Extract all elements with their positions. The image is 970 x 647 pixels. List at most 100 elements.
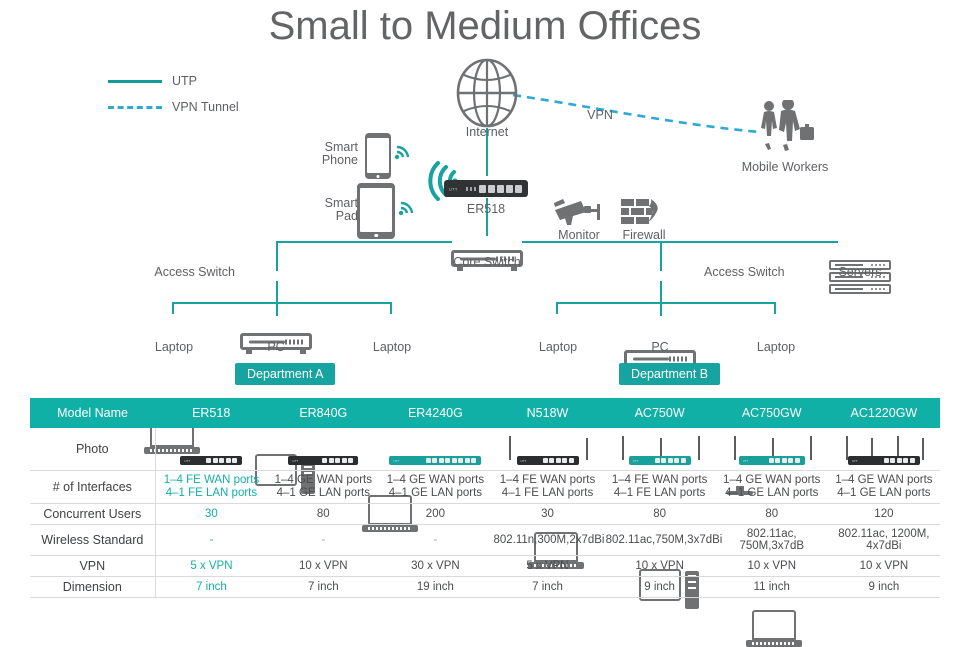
table-header-er840g: ER840G xyxy=(267,398,380,428)
table-cell: 10 x VPN xyxy=(715,555,828,577)
pad-wifi-icon xyxy=(398,199,416,224)
table-row: Dimension 7 inch 7 inch 19 inch 7 inch 9 inch… xyxy=(30,576,940,598)
table-cell: 10 x VPN xyxy=(827,555,940,577)
link-bus-to-access-switch-a xyxy=(276,241,278,271)
drop-a-laptop1 xyxy=(172,302,174,314)
product-photo: UTT xyxy=(491,429,603,469)
table-cell: 802.11ac, 750M,3x7dB xyxy=(715,524,828,556)
table-cell: 80 xyxy=(267,503,380,525)
interface-wan: 1–4 GE WAN ports xyxy=(723,474,821,486)
table-row-label: VPN xyxy=(30,555,156,577)
laptop-b2-label: Laptop xyxy=(756,340,796,354)
vpn-label: VPN xyxy=(587,108,613,122)
access-switch-a-label: Access Switch xyxy=(154,265,235,279)
legend-item-vpn-tunnel: VPN Tunnel xyxy=(108,98,239,116)
table-cell: UTT xyxy=(827,428,940,471)
table-cell: 1–4 GE WAN ports 4–1 GE LAN ports xyxy=(267,470,380,504)
product-photo: UTT xyxy=(267,429,379,469)
smart-phone-icon xyxy=(365,133,391,179)
antenna-icon xyxy=(509,436,512,460)
er518-router-icon: UTT xyxy=(444,180,528,197)
device-body: UTT xyxy=(516,456,579,465)
laptop-a1-label: Laptop xyxy=(154,340,194,354)
table-header-er518: ER518 xyxy=(155,398,268,428)
table-cell: 7 inch xyxy=(491,576,604,598)
table-cell: 80 xyxy=(603,503,716,525)
interface-lan: 4–1 GE LAN ports xyxy=(388,487,483,499)
table-row-label: Concurrent Users xyxy=(30,503,156,525)
bus-dept-a xyxy=(172,302,390,304)
link-access-a-down xyxy=(276,281,278,303)
pc-b-label: PC xyxy=(651,340,669,354)
table-cell: 30 xyxy=(155,503,268,525)
antenna-icon xyxy=(733,436,736,460)
table-cell: 1–4 GE WAN ports 4–1 GE LAN ports xyxy=(715,470,828,504)
table-cell: 1–4 GE WAN ports 4–1 GE LAN ports xyxy=(827,470,940,504)
interface-wan: 1–4 GE WAN ports xyxy=(386,474,485,486)
legend-item-utp: UTP xyxy=(108,72,239,90)
table-cell: 1–4 FE WAN ports 4–1 FE LAN ports xyxy=(603,470,716,504)
bus-dept-b xyxy=(556,302,774,304)
table-cell: 7 inch xyxy=(267,576,380,598)
table-cell: 200 xyxy=(379,503,492,525)
table-cell: 1–4 FE WAN ports 4–1 FE LAN ports xyxy=(155,470,268,504)
table-cell: 11 inch xyxy=(715,576,828,598)
table-cell: UTT xyxy=(491,428,604,471)
smart-pad-label-line1: Smart xyxy=(324,196,358,210)
drop-b-laptop2 xyxy=(774,302,776,314)
interface-wan: 1–4 FE WAN ports xyxy=(611,474,708,486)
table-header-row: Model Name ER518 ER840G ER4240G N518W AC… xyxy=(30,398,940,428)
antenna-icon xyxy=(585,438,588,460)
laptop-a2-label: Laptop xyxy=(372,340,412,354)
bus-left-to-core xyxy=(276,241,452,243)
table-row-label: # of Interfaces xyxy=(30,470,156,504)
interface-lan: 4–1 GE LAN ports xyxy=(725,487,819,499)
antenna-icon xyxy=(921,438,924,460)
table-header-ac1220gw: AC1220GW xyxy=(827,398,940,428)
table-cell: UTT xyxy=(155,428,268,471)
drop-a-laptop2 xyxy=(390,302,392,314)
internet-label: Internet xyxy=(465,125,509,139)
table-header-ac750gw: AC750GW xyxy=(715,398,828,428)
legend-label-utp: UTP xyxy=(172,74,197,88)
solid-line-swatch xyxy=(108,79,162,83)
device-body: UTT xyxy=(389,456,482,465)
drop-b-laptop1 xyxy=(556,302,558,314)
table-cell: 9 inch xyxy=(827,576,940,598)
table-cell: 10 x VPN xyxy=(603,555,716,577)
table-cell: UTT xyxy=(379,428,492,471)
product-photo: UTT xyxy=(604,429,716,469)
link-access-b-down xyxy=(660,281,662,303)
smart-pad-label-line2: Pad xyxy=(335,209,358,223)
table-cell: UTT xyxy=(715,428,828,471)
smart-phone-label-line1: Smart xyxy=(324,140,358,154)
product-photo: UTT xyxy=(379,429,491,469)
table-cell: 5 x VPN xyxy=(491,555,604,577)
table-cell: 7 inch xyxy=(155,576,268,598)
table-cell: UTT xyxy=(267,428,380,471)
interface-wan: 1–4 GE WAN ports xyxy=(835,474,933,486)
table-cell: 802.11ac, 1200M, 4x7dBi xyxy=(827,524,940,556)
table-row-label: Photo xyxy=(30,428,156,471)
core-switch-label: Core Switch xyxy=(453,255,521,269)
mobile-workers-label: Mobile Workers xyxy=(741,160,829,174)
monitor-label: Monitor xyxy=(558,228,600,242)
table-cell: UTT xyxy=(603,428,716,471)
table-cell: 1–4 FE WAN ports 4–1 FE LAN ports xyxy=(491,470,604,504)
table-row-label: Dimension xyxy=(30,576,156,598)
table-row: VPN 5 x VPN 10 x VPN 30 x VPN 5 x VPN 10 x VP… xyxy=(30,555,940,577)
product-photo: UTT xyxy=(716,429,828,469)
department-a-tag: Department A xyxy=(235,363,336,385)
diagram-page: Small to Medium Offices UTP VPN Tunnel I… xyxy=(0,0,970,647)
table-cell: - xyxy=(379,524,492,556)
mobile-workers-icon xyxy=(750,98,820,157)
interface-lan: 4–1 FE LAN ports xyxy=(501,487,594,499)
table-cell: - xyxy=(267,524,380,556)
product-photo: UTT xyxy=(156,429,268,469)
smart-phone-label-line2: Phone xyxy=(321,153,358,167)
er518-label: ER518 xyxy=(466,202,506,216)
interface-lan: 4–1 FE LAN ports xyxy=(613,487,706,499)
table-cell: 9 inch xyxy=(603,576,716,598)
legend: UTP VPN Tunnel xyxy=(108,72,239,116)
page-title: Small to Medium Offices xyxy=(268,4,702,48)
